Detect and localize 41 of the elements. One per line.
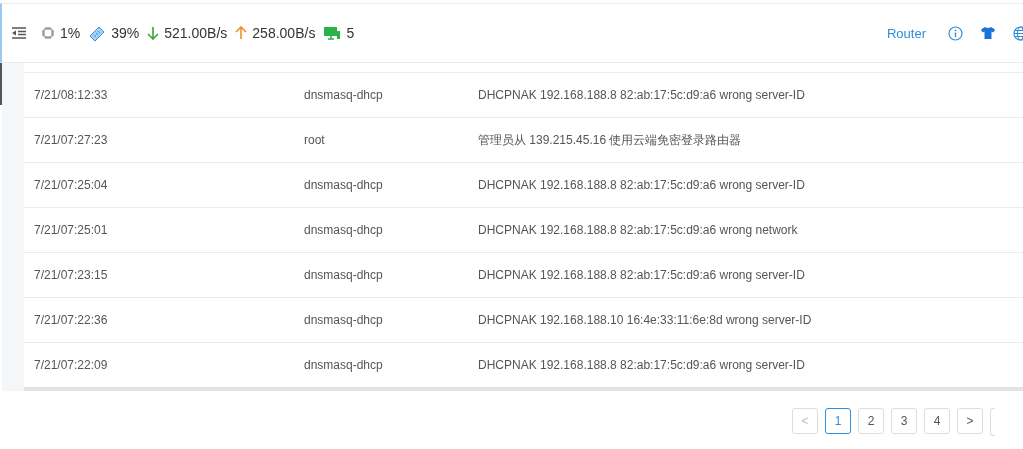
log-message: DHCPNAK 192.168.188.8 82:ab:17:5c:d9:a6 wrong server-ID (478, 358, 806, 372)
log-time: 7/21/07:25:04 (33, 178, 109, 192)
log-message: DHCPNAK 192.168.188.8 82:ab:17:5c:d9:a6 wrong server-ID (478, 88, 806, 102)
log-source: root (304, 133, 326, 147)
log-source: dnsmasq-dhcp (304, 223, 384, 237)
router-link[interactable]: Router (886, 25, 926, 41)
page-button[interactable]: 1 (825, 408, 851, 434)
page-button[interactable]: 4 (924, 408, 950, 434)
globe-icon[interactable] (1013, 25, 1023, 41)
memory-usage: 39% (111, 25, 140, 41)
next-page-button[interactable]: > (957, 408, 983, 434)
menu-icon[interactable] (11, 27, 27, 39)
log-message: DHCPNAK 192.168.188.8 82:ab:17:5c:d9:a6 wrong server-ID (478, 268, 806, 282)
log-message: DHCPNAK 192.168.188.8 82:ab:17:5c:d9:a6 wrong server-ID (478, 178, 806, 192)
page-button[interactable]: 3 (891, 408, 917, 434)
up-arrow-icon (235, 26, 248, 40)
cpu-usage: 1% (60, 25, 81, 41)
log-source: dnsmasq-dhcp (304, 358, 384, 372)
monitor-icon (323, 26, 342, 40)
log-source: dnsmasq-dhcp (304, 178, 384, 192)
log-time: 7/21/07:22:09 (33, 358, 109, 372)
log-time: 7/21/07:25:01 (33, 223, 109, 237)
log-message: 管理员从 139.215.45.16 使用云端免密登录路由器 (478, 131, 743, 149)
page-button[interactable]: 2 (858, 408, 884, 434)
log-time: 7/21/07:27:23 (33, 133, 109, 147)
memory-icon (88, 25, 107, 41)
down-arrow-icon (147, 26, 160, 40)
chip-icon (41, 26, 55, 40)
log-source: dnsmasq-dhcp (304, 268, 384, 282)
info-icon[interactable] (948, 25, 963, 41)
log-time: 7/21/07:22:36 (33, 313, 109, 327)
log-source: dnsmasq-dhcp (304, 313, 384, 327)
device-count: 5 (346, 25, 355, 41)
log-message: DHCPNAK 192.168.188.8 82:ab:17:5c:d9:a6 wrong network (478, 223, 799, 237)
upload-speed: 258.00B/s (252, 25, 316, 41)
log-time: 7/21/07:23:15 (33, 268, 109, 282)
log-time: 7/21/08:12:33 (33, 88, 109, 102)
download-speed: 521.00B/s (164, 25, 228, 41)
shirt-icon[interactable] (981, 27, 995, 39)
log-source: dnsmasq-dhcp (304, 88, 384, 102)
log-message: DHCPNAK 192.168.188.10 16:4e:33:11:6e:8d wrong server-ID (478, 313, 813, 327)
